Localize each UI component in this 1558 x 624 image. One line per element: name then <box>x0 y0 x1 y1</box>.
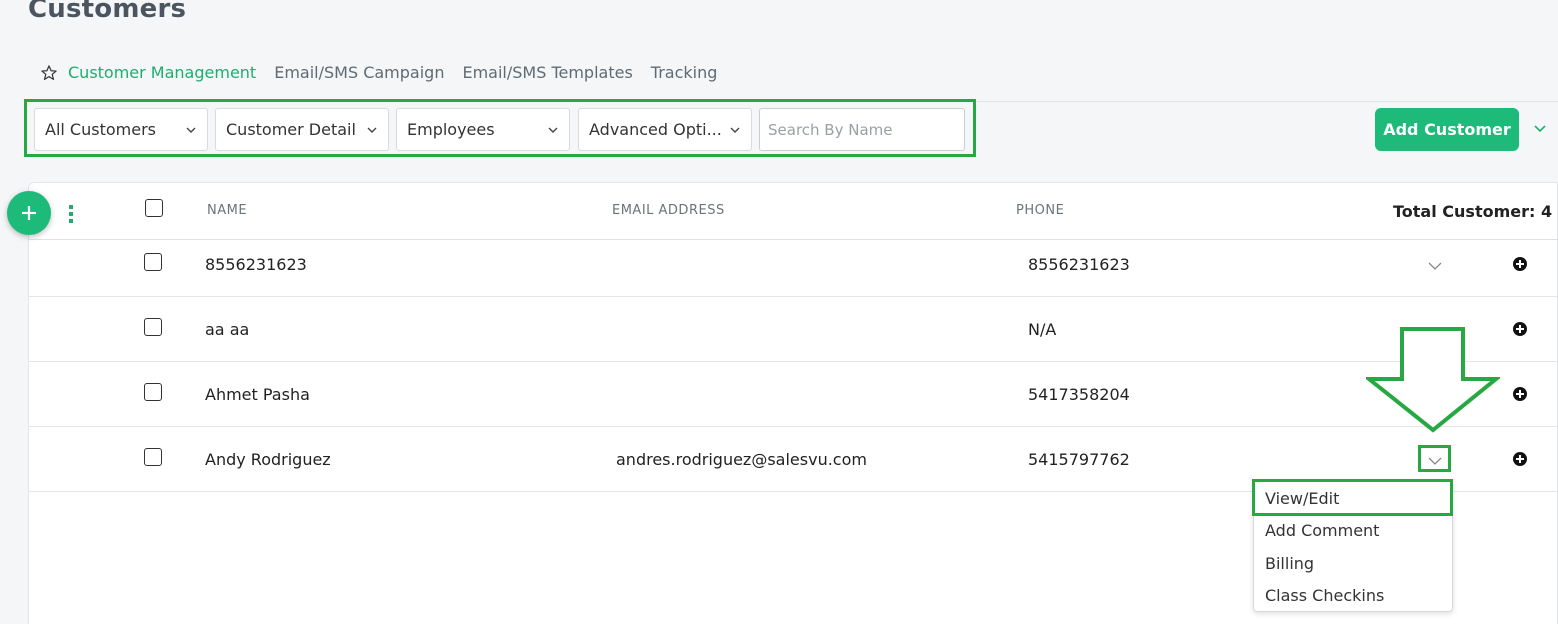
row-checkbox[interactable] <box>144 253 162 271</box>
add-fab-button[interactable] <box>7 191 51 235</box>
row-phone: N/A <box>1028 320 1057 339</box>
row-name: Ahmet Pasha <box>205 385 310 404</box>
filter-highlight-annotation <box>24 99 976 157</box>
plus-circle-icon[interactable] <box>1512 321 1528 337</box>
total-customer-count: Total Customer: 4 <box>1393 202 1553 221</box>
menu-item-billing[interactable]: Billing <box>1265 554 1314 573</box>
select-all-checkbox[interactable] <box>145 199 163 217</box>
kebab-icon[interactable] <box>68 204 74 224</box>
row-email: andres.rodriguez@salesvu.com <box>616 450 867 469</box>
plus-circle-icon[interactable] <box>1512 256 1528 272</box>
chevron-down-icon[interactable] <box>1533 121 1547 135</box>
tab-tracking[interactable]: Tracking <box>651 56 718 102</box>
star-icon[interactable] <box>40 64 58 82</box>
row-checkbox[interactable] <box>144 318 162 336</box>
page-title: Customers <box>28 0 187 24</box>
column-header-email[interactable]: EMAIL ADDRESS <box>612 203 725 218</box>
table-row <box>28 297 1558 362</box>
row-name: 8556231623 <box>205 255 307 274</box>
plus-circle-icon[interactable] <box>1512 451 1528 467</box>
row-phone: 8556231623 <box>1028 255 1130 274</box>
add-customer-button[interactable]: Add Customer <box>1375 108 1519 151</box>
menu-item-view-edit[interactable]: View/Edit <box>1265 489 1339 508</box>
caret-highlight-annotation <box>1418 445 1451 472</box>
row-phone: 5415797762 <box>1028 450 1130 469</box>
arrow-down-annotation <box>1366 327 1500 433</box>
plus-circle-icon[interactable] <box>1512 386 1528 402</box>
menu-item-add-comment[interactable]: Add Comment <box>1265 521 1379 540</box>
row-action-menu: View/Edit Add Comment Billing Class Chec… <box>1253 480 1453 612</box>
row-name: Andy Rodriguez <box>205 450 331 469</box>
tab-email-sms-campaign[interactable]: Email/SMS Campaign <box>274 56 444 102</box>
tab-email-sms-templates[interactable]: Email/SMS Templates <box>462 56 632 102</box>
row-name: aa aa <box>205 320 250 339</box>
row-phone: 5417358204 <box>1028 385 1130 404</box>
plus-icon <box>22 206 36 220</box>
column-header-phone[interactable]: PHONE <box>1016 203 1064 218</box>
row-checkbox[interactable] <box>144 383 162 401</box>
tab-bar: Customer Management Email/SMS Campaign E… <box>40 56 735 102</box>
menu-item-class-checkins[interactable]: Class Checkins <box>1265 586 1384 605</box>
chevron-down-icon[interactable] <box>1428 259 1442 273</box>
column-header-name[interactable]: NAME <box>207 203 247 218</box>
tab-customer-management[interactable]: Customer Management <box>68 56 257 102</box>
row-checkbox[interactable] <box>144 448 162 466</box>
